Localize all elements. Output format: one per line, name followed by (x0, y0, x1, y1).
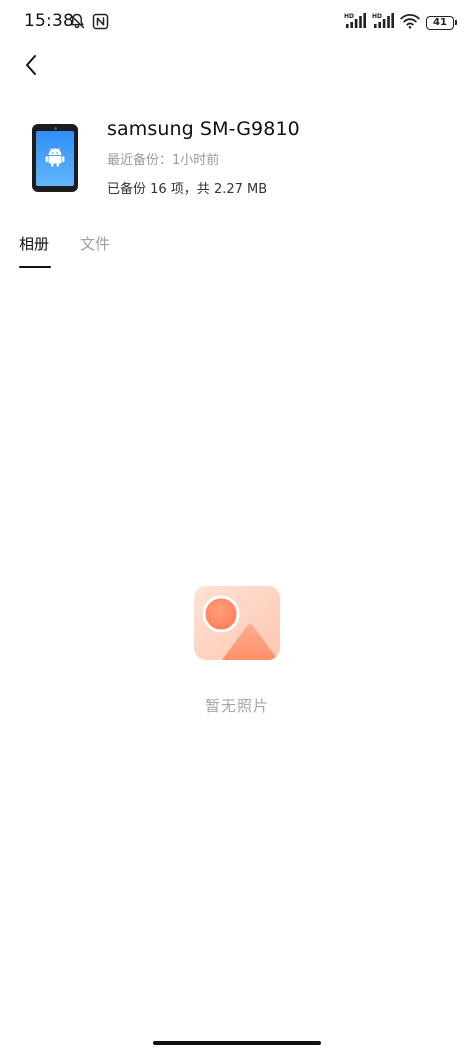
hd-signal-icon: HD (372, 12, 394, 33)
android-robot-icon (45, 146, 65, 172)
svg-text:HD: HD (372, 13, 382, 20)
back-button[interactable] (16, 52, 46, 82)
home-indicator[interactable] (153, 1041, 321, 1045)
phone-camera-dot (53, 127, 57, 130)
last-backup-time: 最近备份：1小时前 (107, 153, 220, 168)
photo-placeholder-icon (192, 584, 282, 662)
device-info: samsung SM-G9810 最近备份：1小时前 已备份 16 项，共 2.… (107, 118, 300, 197)
phone-screen (36, 131, 74, 186)
empty-state: 暂无照片 (0, 584, 474, 716)
battery-icon: 41 (426, 15, 457, 30)
device-header: samsung SM-G9810 最近备份：1小时前 已备份 16 项，共 2.… (0, 110, 474, 200)
svg-text:HD: HD (344, 13, 354, 20)
status-bar: 15:38 HD HD 41 (0, 0, 474, 42)
alarm-off-icon (68, 12, 86, 34)
tab-albums[interactable]: 相册 (19, 233, 49, 254)
status-time: 15:38 (24, 11, 74, 31)
active-tab-indicator (19, 266, 51, 268)
tab-bar: 相册 文件 (0, 228, 474, 272)
status-right-icons: HD HD 41 (344, 12, 457, 33)
device-name: samsung SM-G9810 (107, 118, 300, 140)
android-phone-icon (32, 124, 78, 192)
empty-state-text: 暂无照片 (204, 697, 269, 715)
tab-files[interactable]: 文件 (80, 233, 110, 254)
chevron-left-icon (23, 53, 39, 81)
hd-signal-icon: HD (344, 12, 366, 33)
wifi-icon (400, 13, 420, 33)
backup-stats: 已备份 16 项，共 2.27 MB (107, 182, 268, 197)
battery-level: 41 (433, 17, 447, 28)
status-left-icons (68, 12, 109, 34)
nfc-icon (92, 13, 109, 34)
